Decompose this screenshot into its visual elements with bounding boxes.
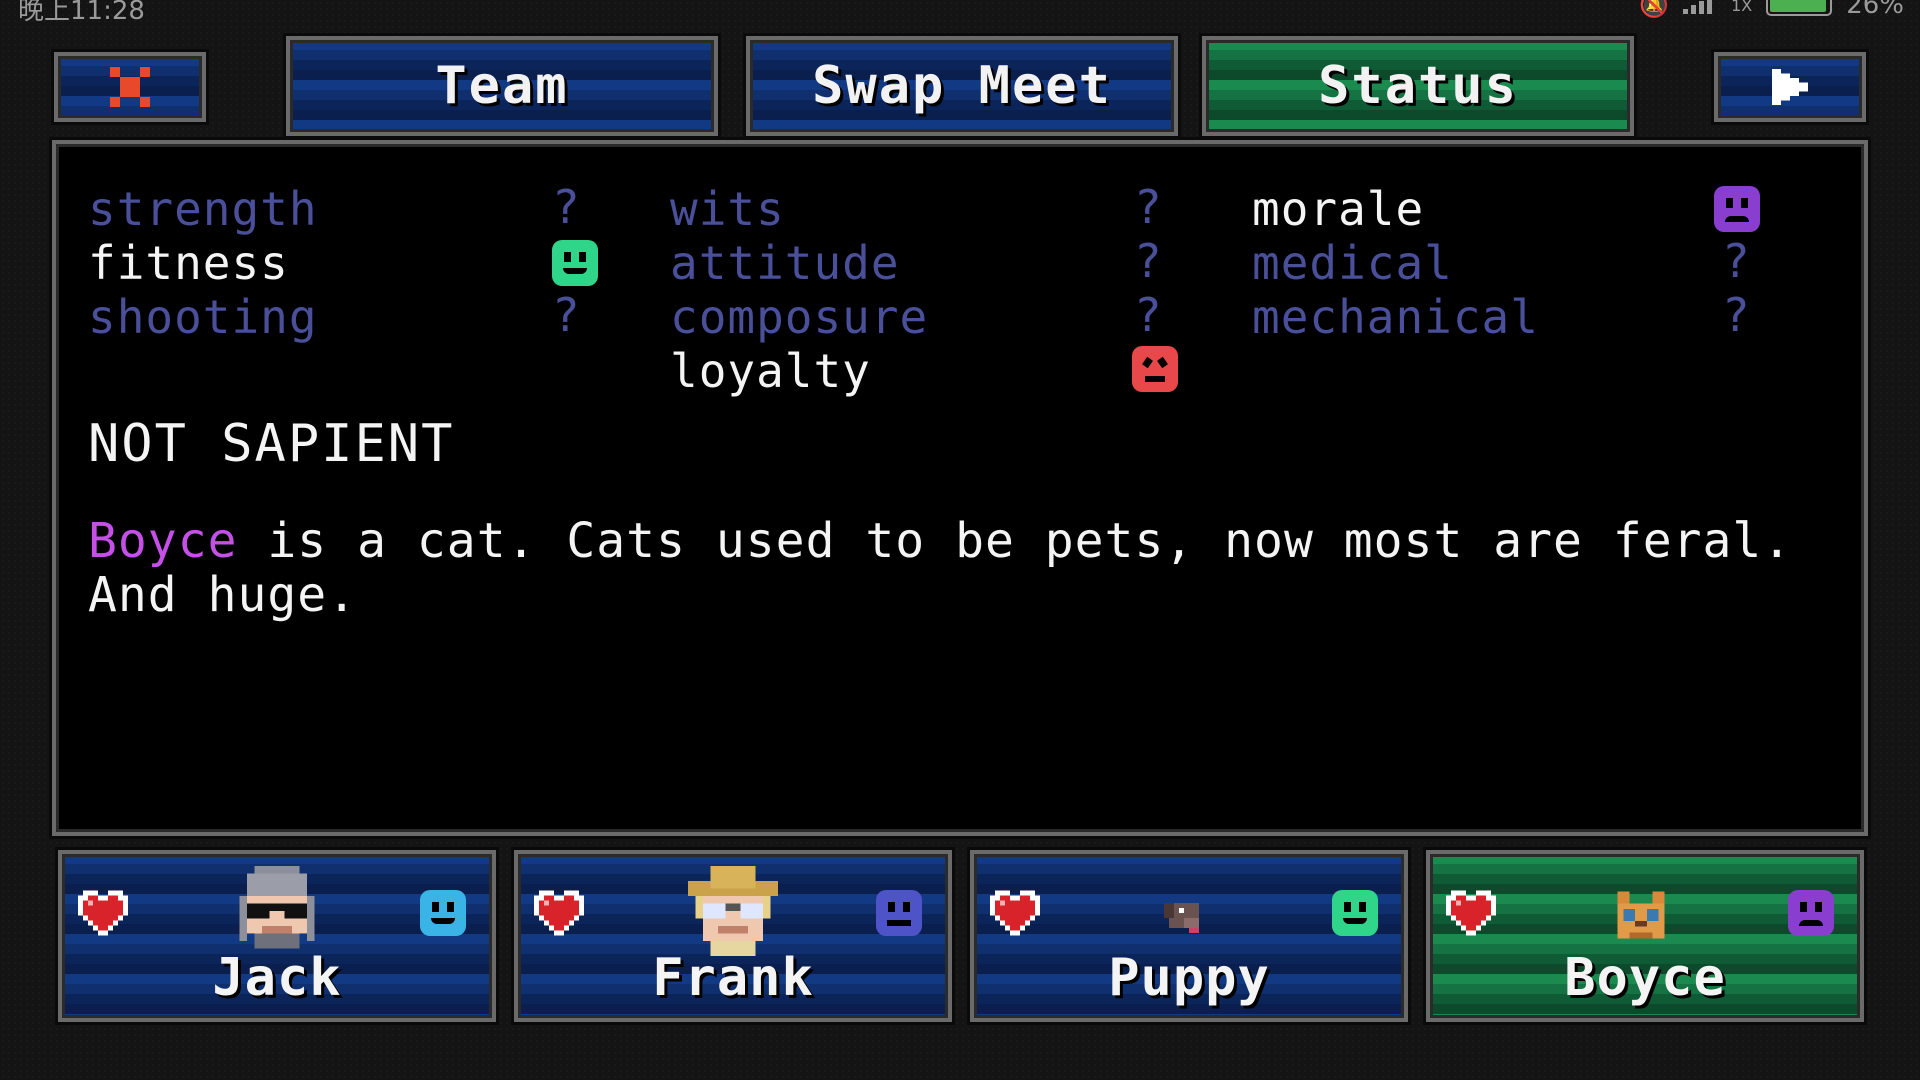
- sapience-heading: NOT SAPIENT: [88, 414, 455, 474]
- battery-percent: 26%: [1846, 0, 1904, 20]
- team-member-name: Puppy: [1108, 948, 1270, 1008]
- tab-status-label: Status: [1318, 56, 1518, 116]
- team-member-name: Frank: [652, 948, 814, 1008]
- stat-strength-value: ?: [552, 180, 580, 234]
- mute-icon: 🔕: [1639, 0, 1670, 19]
- tab-status[interactable]: Status: [1202, 36, 1634, 136]
- angry-face-icon: [1132, 346, 1178, 392]
- stat-loyalty-label: loyalty: [670, 344, 871, 398]
- team-card-boyce[interactable]: Boyce: [1426, 850, 1864, 1022]
- character-name: Boyce: [88, 513, 238, 569]
- stat-composure-value: ?: [1134, 288, 1162, 342]
- stat-shooting-label: shooting: [88, 290, 318, 344]
- stat-wits-value: ?: [1134, 180, 1162, 234]
- stat-shooting-value: ?: [552, 288, 580, 342]
- battery-icon: [1766, 0, 1833, 16]
- stat-mechanical-label: mechanical: [1252, 290, 1539, 344]
- stat-attitude-label: attitude: [670, 236, 900, 290]
- team-card-jack[interactable]: Jack: [58, 850, 496, 1022]
- blue-happy-face-icon: [420, 890, 466, 936]
- sad-face-icon: [1714, 186, 1760, 232]
- tab-swap-meet-label: Swap Meet: [812, 56, 1112, 116]
- stat-attitude-value: ?: [1134, 234, 1162, 288]
- frank-portrait: [688, 866, 778, 956]
- happy-face-icon: [552, 240, 598, 286]
- heart-icon: [990, 890, 1040, 936]
- team-card-puppy[interactable]: Puppy: [970, 850, 1408, 1022]
- stat-medical-value: ?: [1722, 234, 1750, 288]
- stat-morale-label: morale: [1252, 182, 1425, 236]
- heart-icon: [1446, 890, 1496, 936]
- close-icon: [110, 67, 150, 107]
- tab-swap-meet[interactable]: Swap Meet: [746, 36, 1178, 136]
- blue-neutral-face-icon: [876, 890, 922, 936]
- team-member-name: Boyce: [1564, 948, 1726, 1008]
- clock: 晚上11:28: [18, 0, 145, 26]
- cat-portrait: [1617, 891, 1665, 939]
- stat-strength-label: strength: [88, 182, 318, 236]
- tab-team[interactable]: Team: [286, 36, 718, 136]
- heart-icon: [534, 890, 584, 936]
- status-panel: strength ? fitness shooting ? wits ? att…: [52, 140, 1868, 836]
- stat-mechanical-value: ?: [1722, 288, 1750, 342]
- heart-icon: [78, 890, 128, 936]
- tab-team-label: Team: [435, 56, 569, 116]
- team-member-name: Jack: [212, 948, 342, 1008]
- stat-fitness-label: fitness: [88, 236, 289, 290]
- stat-wits-label: wits: [670, 182, 785, 236]
- puppy-portrait: [1164, 903, 1199, 933]
- team-card-frank[interactable]: Frank: [514, 850, 952, 1022]
- stat-composure-label: composure: [670, 290, 929, 344]
- green-happy-face-icon: [1332, 890, 1378, 936]
- signal-label: 1X: [1731, 0, 1753, 15]
- signal-icon: [1683, 0, 1717, 14]
- system-status-bar: 晚上11:28 🔕 1X 26%: [0, 0, 1920, 26]
- character-description: Boyce is a cat. Cats used to be pets, no…: [88, 514, 1828, 622]
- jack-portrait: [239, 866, 315, 949]
- next-button[interactable]: [1714, 52, 1866, 122]
- play-icon: [1772, 69, 1808, 105]
- purple-sad-face-icon: [1788, 890, 1834, 936]
- close-button[interactable]: [54, 52, 206, 122]
- stat-medical-label: medical: [1252, 236, 1453, 290]
- description-text: is a cat. Cats used to be pets, now most…: [88, 513, 1793, 623]
